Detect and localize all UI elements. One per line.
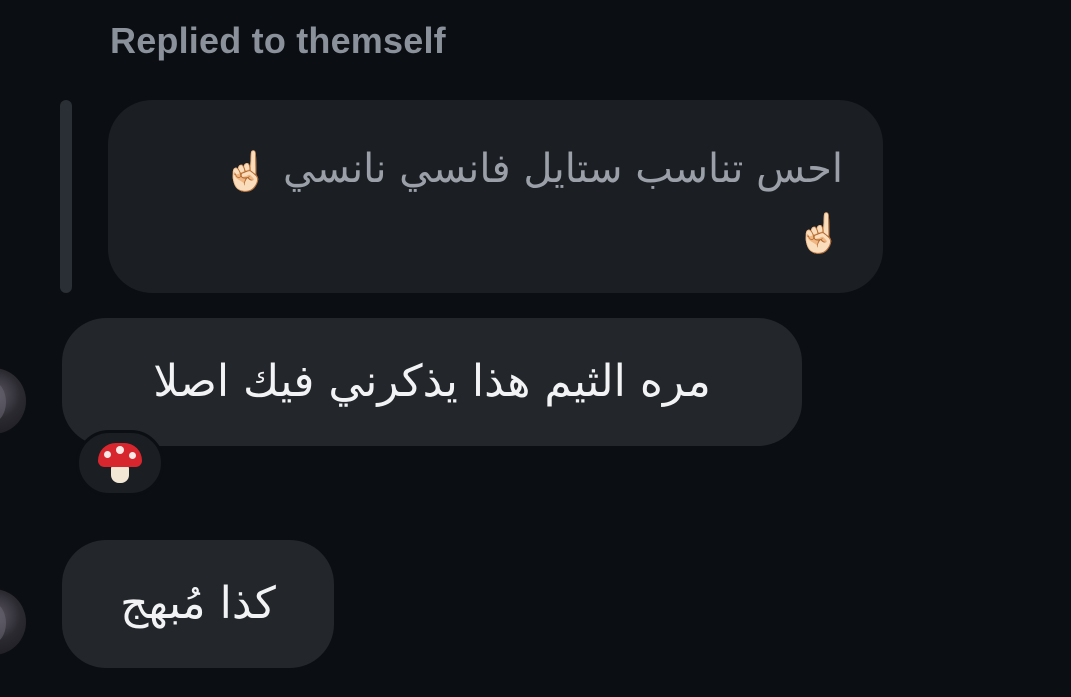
avatar[interactable] [0, 368, 26, 434]
quoted-message-bubble[interactable]: احس تناسب ستايل فانسي نانسي ☝🏻 ☝🏻 [108, 100, 883, 293]
avatar[interactable] [0, 589, 26, 655]
chat-thread: Replied to themself احس تناسب ستايل فانس… [0, 0, 1071, 697]
message-bubble[interactable]: مره الثيم هذا يذكرني فيك اصلا [62, 318, 802, 446]
message-bubble[interactable]: كذا مُبهج [62, 540, 334, 668]
replied-to-label: Replied to themself [110, 20, 446, 61]
quoted-message-text: احس تناسب ستايل فانسي نانسي ☝🏻 ☝🏻 [148, 138, 843, 262]
message-text: مره الثيم هذا يذكرني فيك اصلا [153, 356, 711, 407]
quoted-message-content: احس تناسب ستايل فانسي نانسي [282, 146, 843, 192]
reply-indicator-bar [60, 100, 72, 293]
mushroom-icon [98, 443, 142, 483]
pointing-up-emoji: ☝🏻 [222, 149, 271, 193]
message-text: كذا مُبهج [120, 578, 276, 629]
pointing-up-emoji: ☝🏻 [795, 211, 843, 255]
reaction-pill[interactable] [76, 430, 164, 496]
